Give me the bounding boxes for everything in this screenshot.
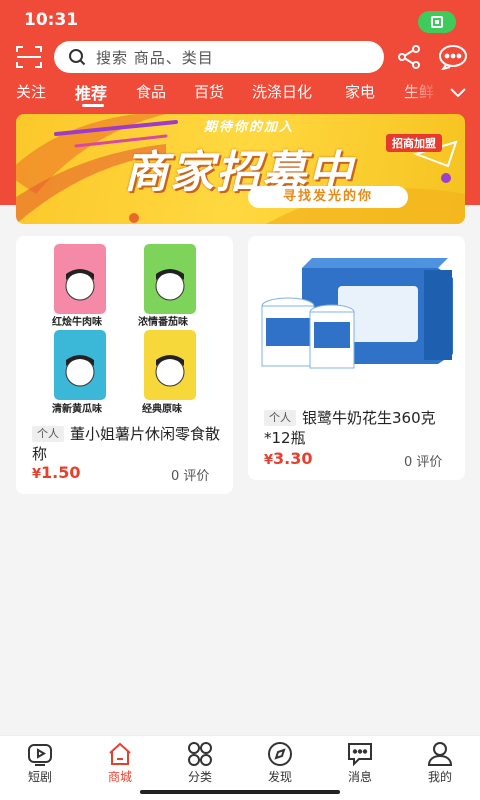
- review-count: 0 评价: [404, 455, 443, 470]
- milk-box-image: [261, 258, 453, 369]
- play-icon: [28, 744, 52, 766]
- seller-type-badge: 个人: [264, 410, 296, 426]
- product-card[interactable]: 红烩牛肉味 浓情番茄味 清新黄瓜味 经典原味 个人 董小姐薯片休闲零食散称 ¥1.…: [16, 236, 233, 494]
- seller-type-badge: 个人: [32, 426, 64, 442]
- status-time: 10:31: [24, 10, 79, 30]
- search-placeholder: 搜索 商品、类目: [96, 48, 214, 67]
- tab-follow[interactable]: 关注: [16, 81, 46, 102]
- banner-subtitle: 期待你的加入: [204, 120, 295, 135]
- more-message-icon[interactable]: [438, 44, 468, 70]
- tab-general-goods[interactable]: 百货: [194, 81, 224, 102]
- home-icon: [109, 742, 131, 765]
- merchant-recruit-banner[interactable]: 期待你的加入 商家招募中 招商加盟 寻找发光的你: [16, 114, 465, 224]
- flavor-label: 红烩牛肉味: [52, 317, 102, 328]
- tab-household-chem[interactable]: 洗涤日化: [252, 81, 312, 102]
- tab-recommend[interactable]: 推荐: [75, 80, 107, 104]
- product-card[interactable]: 个人 银鹭牛奶花生360克*12瓶 ¥3.30 0 评价: [248, 236, 465, 480]
- banner-tag: 招商加盟: [386, 134, 442, 152]
- product-price: ¥1.50: [32, 463, 81, 482]
- product-price: ¥3.30: [264, 449, 313, 468]
- banner-slogan: 寻找发光的你: [248, 186, 408, 208]
- nav-item-short-drama[interactable]: 短剧: [0, 736, 80, 800]
- tab-appliances[interactable]: 家电: [345, 81, 375, 102]
- chip-bags-image: [54, 244, 196, 400]
- flavor-label: 清新黄瓜味: [52, 404, 102, 415]
- scan-icon[interactable]: [16, 45, 42, 69]
- chat-icon: [348, 743, 372, 767]
- tab-food[interactable]: 食品: [136, 81, 166, 102]
- chevron-down-icon[interactable]: [448, 85, 468, 99]
- product-title: 个人 银鹭牛奶花生360克*12瓶: [264, 409, 436, 447]
- user-icon: [427, 742, 453, 766]
- screen-record-icon: [431, 16, 443, 28]
- category-tabs: 关注 推荐 食品 百货 洗涤日化 家电 生鲜: [0, 78, 480, 108]
- product-title: 个人 董小姐薯片休闲零食散称: [32, 425, 221, 463]
- share-icon[interactable]: [396, 44, 422, 70]
- search-input[interactable]: 搜索 商品、类目: [54, 41, 384, 73]
- grid-icon: [188, 742, 212, 766]
- tab-active-indicator: [82, 104, 104, 107]
- compass-icon: [268, 742, 292, 766]
- product-image: 红烩牛肉味 浓情番茄味 清新黄瓜味 经典原味: [16, 236, 233, 421]
- review-count: 0 评价: [171, 469, 210, 484]
- nav-item-profile[interactable]: 我的: [400, 736, 480, 800]
- flavor-label: 经典原味: [142, 404, 182, 415]
- search-icon: [69, 49, 86, 66]
- flavor-label: 浓情番茄味: [138, 317, 188, 328]
- tabs-fade: [400, 78, 442, 108]
- product-image: [248, 236, 465, 396]
- status-pill: [418, 11, 456, 33]
- home-indicator: [140, 790, 340, 794]
